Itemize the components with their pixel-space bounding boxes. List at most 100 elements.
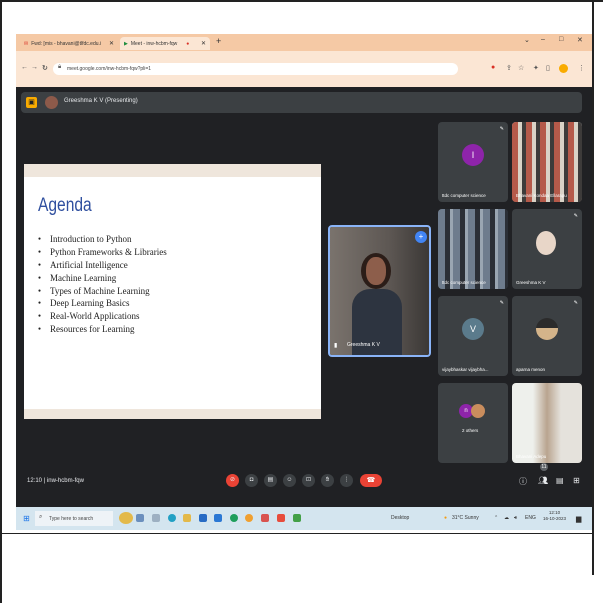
minimize-icon[interactable]: – — [541, 36, 545, 43]
tray-arrow-icon[interactable]: ⌃ — [494, 515, 498, 521]
participant-tile[interactable]: ✎ I ttdc computer science — [438, 122, 508, 202]
file-explorer-icon[interactable] — [183, 514, 191, 522]
avatar-photo — [471, 404, 485, 418]
pin-icon[interactable]: ▮ — [334, 342, 337, 349]
participant-tile[interactable]: Bhavani Adepu — [512, 383, 582, 463]
activities-icon[interactable]: ⊞ — [573, 476, 580, 485]
participant-name: aparna menon — [516, 367, 546, 372]
close-window-icon[interactable]: ✕ — [577, 36, 583, 44]
desktop-label[interactable]: Desktop — [391, 515, 409, 521]
participant-name: ttdc computer science — [442, 280, 486, 285]
meeting-code: inw-hcbm-fqw — [46, 478, 84, 484]
speaker-name: Greeshma K V — [347, 342, 380, 348]
participant-tile[interactable]: ✎ aparna menon — [512, 296, 582, 376]
add-people-icon[interactable]: + — [415, 231, 427, 243]
tab-mail[interactable]: ✉ Fwd: [mis - bhavani@tlfdc.edu.i ✕ — [20, 37, 118, 50]
participant-tile[interactable]: ✎ V vijaybhaskar vijaybha... — [438, 296, 508, 376]
people-icon[interactable]: 👥︎ — [538, 476, 548, 485]
clock[interactable]: 12:10 16-10-2023 — [543, 510, 566, 522]
present-icon[interactable]: ⊡ — [302, 474, 315, 487]
chat-icon[interactable]: ▤ — [556, 476, 564, 485]
browser-toolbar: ← → ↻ 🔒︎ meet.google.com/inw-hcbm-fqw?pl… — [16, 51, 592, 87]
participant-tile[interactable]: ✎ Greeshma K V — [512, 209, 582, 289]
address-bar[interactable]: 🔒︎ meet.google.com/inw-hcbm-fqw?pli=1 — [53, 63, 458, 75]
agenda-item: Resources for Learning — [38, 323, 167, 336]
participant-name: 2 others — [462, 428, 479, 433]
camera-in-use-icon[interactable]: ● — [491, 64, 495, 71]
avatar: I — [462, 144, 484, 166]
muted-mic-icon: ✎ — [499, 126, 504, 132]
excel-icon[interactable] — [293, 514, 301, 522]
browser-tab-bar: ✉ Fwd: [mis - bhavani@tlfdc.edu.i ✕ ▶ Me… — [16, 34, 592, 51]
url-text: meet.google.com/inw-hcbm-fqw?pli=1 — [67, 66, 152, 72]
tab-search-icon[interactable]: ⌄ — [524, 36, 530, 44]
classroom-video — [438, 209, 508, 289]
more-options-icon[interactable]: ⋮ — [340, 474, 353, 487]
tab-meet-label: Meet - inw-hcbm-fqw — [130, 40, 178, 47]
mic-off-icon[interactable]: ⊘ — [226, 474, 239, 487]
speaker-tile[interactable]: ▮ Greeshma K V — [328, 225, 431, 357]
windows-start-icon[interactable]: ⊞ — [23, 514, 30, 523]
participant-tile[interactable]: n 2 others — [438, 383, 508, 463]
store-icon[interactable] — [199, 514, 207, 522]
tab-meet[interactable]: ▶ Meet - inw-hcbm-fqw ● ✕ — [120, 37, 210, 50]
participant-name: vijaybhaskar vijaybha... — [442, 367, 489, 372]
slide-bottom-stripe — [24, 409, 321, 419]
search-icon: ⌕ — [39, 514, 43, 520]
weather-text[interactable]: 31°C Sunny — [452, 515, 479, 521]
mail-app-icon[interactable] — [214, 514, 222, 522]
present-screen-icon[interactable]: ▣ — [26, 97, 37, 108]
menu-icon[interactable]: ⋮ — [578, 64, 585, 72]
notifications-icon[interactable]: ▆ — [576, 515, 581, 523]
profile-avatar[interactable] — [559, 64, 568, 73]
participant-name: ttdc computer science — [442, 193, 486, 198]
task-view-icon[interactable] — [136, 514, 144, 522]
pdf-icon[interactable] — [261, 514, 269, 522]
edge-icon[interactable] — [168, 514, 176, 522]
captions-icon[interactable]: ▤ — [264, 474, 277, 487]
volume-icon[interactable]: 🔊︎ — [514, 515, 517, 521]
language-indicator[interactable]: ENG — [525, 515, 536, 521]
chrome-alt-icon[interactable] — [245, 514, 253, 522]
frame-right-border — [592, 0, 594, 575]
avatar — [536, 231, 556, 255]
bookmark-star-icon[interactable]: ☆ — [518, 64, 524, 72]
meet-control-bar: 12:10 | inw-hcbm-fqw ⊘ ◘ ▤ ☺ ⊡ ✋︎ ⋮ ☎︎ ⓘ… — [16, 452, 592, 507]
meet-icon: ▶ — [124, 40, 128, 47]
speaker-face — [366, 257, 386, 285]
info-icon[interactable]: ⓘ — [519, 476, 527, 487]
people-count-badge: 11 — [540, 463, 548, 471]
extensions-icon[interactable]: ✦ — [533, 64, 539, 72]
participant-tile[interactable]: Bhavani Kondaa Ellarapu — [512, 122, 582, 202]
raise-hand-icon[interactable]: ✋︎ — [321, 474, 334, 487]
new-tab-icon[interactable]: + — [216, 36, 221, 46]
network-icon[interactable]: ☁︎ — [504, 515, 509, 521]
meeting-time: 12:10 — [27, 478, 43, 484]
end-call-button[interactable]: ☎︎ — [360, 474, 382, 487]
app-icon[interactable] — [152, 514, 160, 522]
windows-taskbar: ⊞ ⌕ Type here to search Desktop ● 31°C S… — [16, 507, 592, 530]
widgets-icon[interactable] — [119, 512, 133, 524]
powerpoint-icon[interactable] — [277, 514, 285, 522]
tab-mail-label: Fwd: [mis - bhavani@tlfdc.edu.i — [31, 40, 102, 47]
meeting-clock: 12:10 | inw-hcbm-fqw — [27, 478, 84, 484]
chrome-icon[interactable] — [230, 514, 238, 522]
recording-dot-icon: ● — [186, 40, 190, 47]
clock-time: 12:10 — [548, 510, 561, 515]
classroom-video — [512, 122, 582, 202]
taskbar-search[interactable]: ⌕ Type here to search — [35, 511, 113, 526]
reload-icon[interactable]: ↻ — [42, 64, 48, 72]
camera-icon[interactable]: ◘ — [245, 474, 258, 487]
participant-tile[interactable]: ttdc computer science — [438, 209, 508, 289]
forward-icon[interactable]: → — [31, 64, 38, 71]
share-icon[interactable]: ⇪ — [506, 64, 512, 72]
sidebar-icon[interactable]: ▯ — [546, 64, 550, 72]
close-tab-icon[interactable]: ✕ — [109, 40, 114, 47]
shared-slide: Agenda Introduction to Python Python Fra… — [24, 164, 321, 419]
emoji-icon[interactable]: ☺ — [283, 474, 296, 487]
back-icon[interactable]: ← — [21, 64, 28, 71]
close-tab-icon[interactable]: ✕ — [201, 40, 206, 47]
agenda-item: Types of Machine Learning — [38, 285, 167, 298]
muted-mic-icon: ✎ — [499, 300, 504, 306]
maximize-icon[interactable]: □ — [559, 36, 563, 43]
